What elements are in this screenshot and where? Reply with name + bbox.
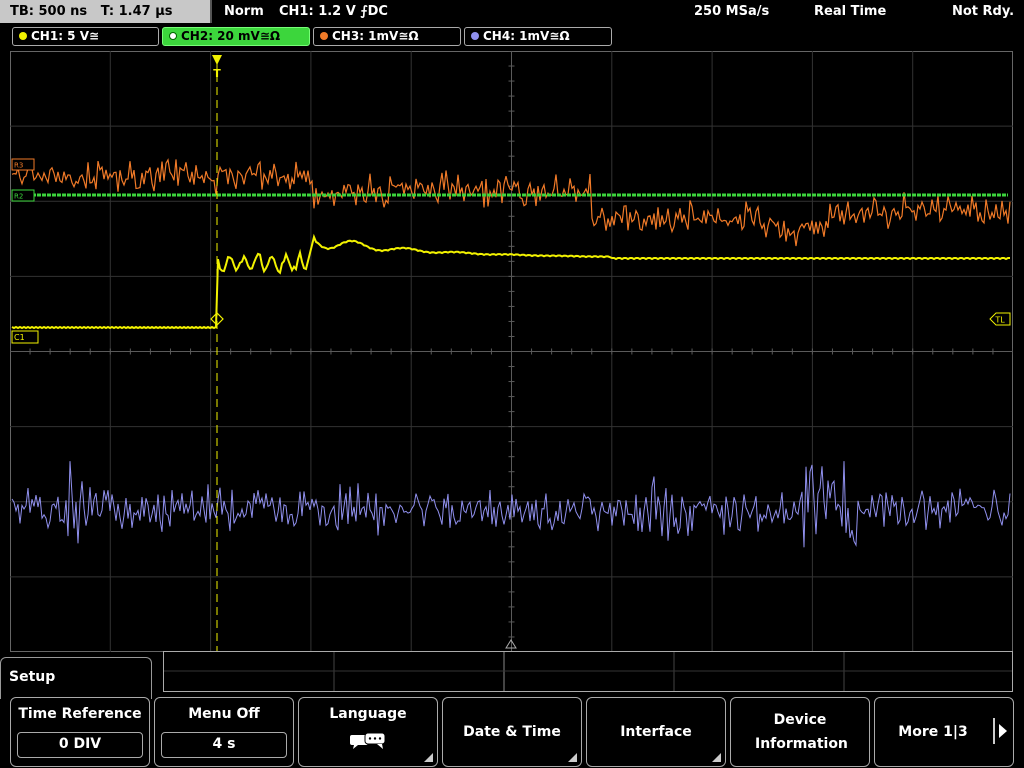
status-bar: TB: 500 ns T: 1.47 µs Norm CH1: 1.2 V ⨍D…	[0, 0, 1024, 26]
channel-tab-ch4[interactable]: CH4: 1mV≅Ω	[464, 27, 612, 46]
ch3-label: CH3: 1mV≅Ω	[332, 29, 419, 43]
ch4-label: CH4: 1mV≅Ω	[483, 29, 570, 43]
submenu-corner-icon	[712, 753, 721, 762]
trigger-level-marker: TL	[989, 312, 1011, 326]
ch4-color-dot	[471, 32, 479, 40]
channel-tab-ch1[interactable]: CH1: 5 V≅	[12, 27, 159, 46]
menu-title: Setup	[9, 669, 56, 685]
date-time-label: Date & Time	[463, 724, 561, 740]
separator-icon	[993, 718, 995, 744]
ch1-ground-marker: C1	[11, 330, 39, 344]
interface-softkey[interactable]: Interface	[586, 697, 726, 767]
ch3-marker-label: R3	[14, 162, 23, 170]
trigger-time-value: T: 1.47 µs	[100, 4, 173, 19]
graticule-grid	[10, 51, 1013, 652]
device-information-softkey[interactable]: Device Information	[730, 697, 870, 767]
trigger-level-label: TL	[994, 316, 1005, 325]
submenu-corner-icon	[568, 753, 577, 762]
timebase-readout[interactable]: TB: 500 ns T: 1.47 µs	[0, 0, 212, 23]
ch3-ref-marker: R3	[11, 158, 35, 171]
trigger-mode[interactable]: Norm	[224, 0, 264, 23]
trigger-position-marker	[212, 55, 222, 65]
ch1-color-dot	[19, 32, 27, 40]
menu-off-value: 4 s	[161, 732, 287, 758]
device-information-label: Device Information	[755, 712, 848, 752]
acquisition-mode: Real Time	[814, 4, 887, 19]
channel-tab-ch3[interactable]: CH3: 1mV≅Ω	[313, 27, 461, 46]
menu-title-tab: Setup	[0, 657, 152, 699]
waveform-canvas[interactable]: T TL C1 R3 R2	[10, 51, 1013, 652]
zoom-strip-grid	[164, 652, 1012, 691]
sample-rate: 250 MSa/s	[694, 4, 770, 19]
speech-bubbles-icon	[350, 732, 386, 749]
channel-tab-ch2[interactable]: CH2: 20 mV≅Ω	[162, 27, 310, 46]
more-softkey[interactable]: More 1|3	[874, 697, 1014, 767]
interface-label: Interface	[620, 724, 692, 740]
timebase-value: TB: 500 ns	[10, 4, 88, 19]
ch1-label: CH1: 5 V≅	[31, 29, 100, 43]
ch2-label: CH2: 20 mV≅Ω	[181, 29, 281, 43]
arrow-right-icon	[999, 724, 1007, 738]
trigger-label: T	[213, 67, 221, 80]
language-label: Language	[329, 706, 407, 722]
ch2-ref-marker: R2	[11, 189, 35, 202]
trigger-source-info[interactable]: CH1: 1.2 V ⨍DC	[279, 0, 388, 23]
time-reference-softkey[interactable]: Time Reference 0 DIV	[10, 697, 150, 767]
ch2-marker-label: R2	[14, 193, 23, 201]
language-softkey[interactable]: Language	[298, 697, 438, 767]
time-reference-label: Time Reference	[18, 706, 142, 722]
date-time-softkey[interactable]: Date & Time	[442, 697, 582, 767]
ch3-color-dot	[320, 32, 328, 40]
ch1-marker-label: C1	[14, 333, 25, 342]
zoom-overview-strip[interactable]	[163, 651, 1013, 692]
menu-off-label: Menu Off	[188, 706, 260, 722]
ch2-color-dot	[169, 32, 177, 40]
more-label: More 1|3	[898, 724, 968, 740]
submenu-corner-icon	[424, 753, 433, 762]
acquisition-status: Not Rdy.	[952, 4, 1015, 19]
menu-off-softkey[interactable]: Menu Off 4 s	[154, 697, 294, 767]
time-reference-value: 0 DIV	[17, 732, 143, 758]
